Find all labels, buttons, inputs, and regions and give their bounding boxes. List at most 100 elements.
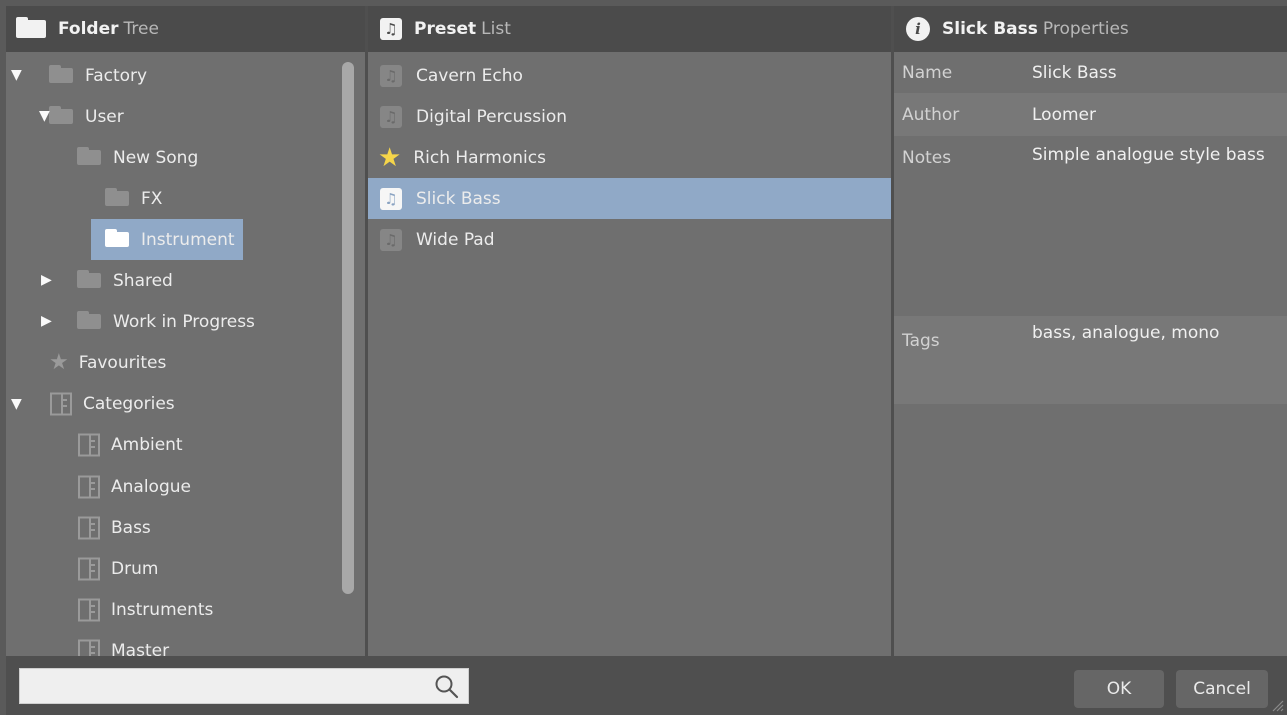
preset-item-label: Cavern Echo [416, 65, 523, 86]
tree-item-instruments[interactable]: Instruments [77, 589, 213, 630]
property-value[interactable]: Slick Bass [1032, 63, 1117, 83]
tree-item-shared[interactable]: Shared [77, 260, 173, 301]
preset-browser-window: Folder Tree Factory ▼ User ▼ New Song FX… [6, 6, 1287, 715]
preset-list-header: ♫ Preset List [368, 6, 891, 52]
property-value[interactable]: bass, analogue, mono [1032, 323, 1219, 343]
tree-item-label: Favourites [78, 352, 167, 373]
bottom-bar: OK Cancel [6, 656, 1287, 715]
preset-item-label: Slick Bass [416, 188, 501, 209]
tree-item-label: Analogue [111, 476, 191, 497]
tree-item-label: Categories [83, 393, 175, 414]
property-label: Tags [902, 331, 940, 351]
property-label: Name [902, 63, 953, 83]
folder-icon [105, 229, 129, 247]
properties-title: Slick Bass [942, 19, 1038, 39]
tree-item-label: Bass [111, 517, 151, 538]
preset-item-slick-bass[interactable]: ♫ Slick Bass [368, 178, 891, 219]
preset-item-digital-percussion[interactable]: ♫ Digital Percussion [368, 96, 891, 137]
cancel-button[interactable]: Cancel [1176, 670, 1268, 708]
category-icon [78, 516, 100, 539]
tree-item-drum[interactable]: Drum [77, 548, 158, 589]
folder-tree-scrollbar[interactable] [342, 62, 354, 594]
tree-item-favourites[interactable]: ★ Favourites [49, 342, 166, 383]
preset-item-cavern-echo[interactable]: ♫ Cavern Echo [368, 55, 891, 96]
expand-triangle-down-icon[interactable]: ▼ [11, 396, 22, 412]
tree-item-master[interactable]: Master [77, 630, 169, 656]
preset-list-subtitle: List [481, 19, 511, 39]
expand-triangle-right-icon[interactable]: ▶ [41, 272, 52, 288]
tree-item-label: Instruments [111, 599, 214, 620]
properties-pane: i Slick Bass Properties Name Slick Bass … [894, 6, 1287, 656]
tree-item-label: Shared [113, 270, 173, 291]
tree-item-ambient[interactable]: Ambient [77, 424, 183, 465]
ok-button[interactable]: OK [1074, 670, 1164, 708]
properties-subtitle: Properties [1042, 19, 1129, 39]
folder-tree-title: Folder [58, 19, 119, 39]
tree-item-label: Factory [85, 65, 148, 86]
tree-item-label: Instrument [141, 229, 235, 250]
preset-item-wide-pad[interactable]: ♫ Wide Pad [368, 219, 891, 260]
tree-item-factory[interactable]: Factory [49, 55, 147, 96]
folder-icon [77, 311, 101, 329]
folder-icon [105, 188, 129, 206]
category-icon [78, 639, 100, 656]
tree-item-analogue[interactable]: Analogue [77, 466, 191, 507]
music-note-icon: ♫ [380, 64, 402, 87]
tree-item-instrument[interactable]: Instrument [91, 219, 243, 260]
expand-triangle-down-icon[interactable]: ▼ [39, 108, 50, 124]
preset-list-title: Preset [414, 19, 477, 39]
property-row-name: Name Slick Bass [894, 52, 1287, 93]
info-icon: i [906, 17, 930, 41]
music-note-icon: ♫ [380, 18, 402, 40]
property-row-notes: Notes Simple analogue style bass [894, 136, 1287, 316]
tree-item-label: Drum [111, 558, 159, 579]
folder-tree-header: Folder Tree [6, 6, 365, 52]
expand-triangle-down-icon[interactable]: ▼ [11, 67, 22, 83]
property-value[interactable]: Loomer [1032, 105, 1096, 125]
preset-item-label: Wide Pad [416, 229, 495, 250]
tree-item-label: New Song [113, 147, 199, 168]
category-icon [50, 392, 72, 415]
search-icon[interactable] [434, 674, 460, 700]
tree-item-label: User [85, 106, 124, 127]
property-label: Author [902, 105, 960, 125]
properties-header: i Slick Bass Properties [894, 6, 1287, 52]
tree-item-categories[interactable]: Categories [49, 383, 175, 424]
folder-icon [77, 147, 101, 165]
folder-icon [49, 106, 73, 124]
tree-item-new-song[interactable]: New Song [77, 137, 198, 178]
tree-item-label: Master [111, 640, 170, 657]
category-icon [78, 598, 100, 621]
folder-icon [16, 16, 46, 43]
property-label: Notes [902, 148, 952, 168]
property-value[interactable]: Simple analogue style bass [1032, 145, 1265, 165]
category-icon [78, 433, 100, 456]
category-icon [78, 557, 100, 580]
music-note-icon: ♫ [380, 187, 402, 210]
tree-item-bass[interactable]: Bass [77, 507, 151, 548]
music-note-icon: ♫ [380, 105, 402, 128]
preset-item-label: Rich Harmonics [413, 147, 546, 168]
tree-item-label: Work in Progress [113, 311, 255, 332]
preset-item-label: Digital Percussion [416, 106, 567, 127]
tree-item-label: Ambient [111, 434, 183, 455]
property-row-author: Author Loomer [894, 93, 1287, 136]
folder-icon [77, 270, 101, 288]
category-icon [78, 475, 100, 498]
star-icon: ★ [49, 349, 69, 375]
search-field[interactable] [19, 668, 469, 704]
search-input[interactable] [24, 671, 428, 701]
tree-item-label: FX [141, 188, 163, 209]
folder-icon [49, 65, 73, 83]
resize-grip-icon[interactable] [1270, 698, 1284, 712]
expand-triangle-right-icon[interactable]: ▶ [41, 313, 52, 329]
favourite-star-icon: ★ [378, 142, 402, 173]
folder-tree-pane: Folder Tree Factory ▼ User ▼ New Song FX… [6, 6, 365, 656]
preset-item-rich-harmonics[interactable]: ★ Rich Harmonics [368, 137, 891, 178]
preset-list-pane: ♫ Preset List ♫ Cavern Echo ♫ Digital Pe… [368, 6, 891, 656]
tree-item-user[interactable]: User [49, 96, 124, 137]
tree-item-work-in-progress[interactable]: Work in Progress [77, 301, 255, 342]
folder-tree-subtitle: Tree [123, 19, 159, 39]
tree-item-fx[interactable]: FX [105, 178, 162, 219]
music-note-icon: ♫ [380, 228, 402, 251]
